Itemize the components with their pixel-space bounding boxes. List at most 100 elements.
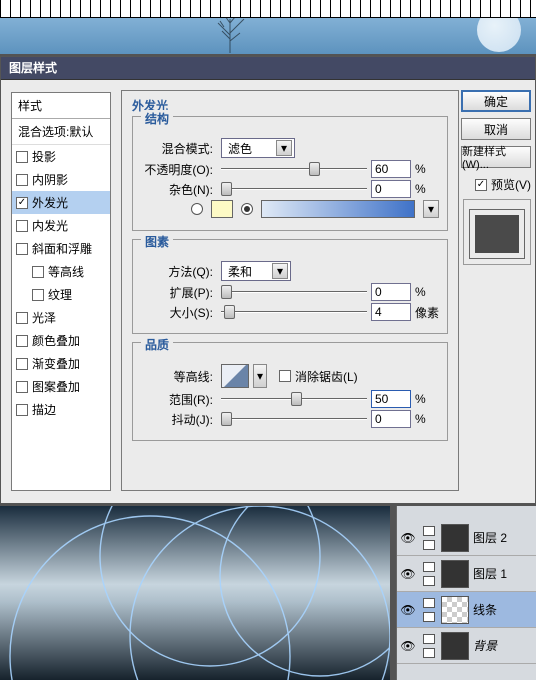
style-checkbox[interactable] bbox=[32, 266, 44, 278]
jitter-label: 抖动(J): bbox=[141, 411, 217, 428]
style-item-渐变叠加[interactable]: 渐变叠加 bbox=[12, 352, 110, 375]
visibility-eye-icon[interactable]: 👁 bbox=[399, 529, 417, 547]
style-label: 外发光 bbox=[32, 194, 68, 211]
style-item-等高线[interactable]: 等高线 bbox=[12, 260, 110, 283]
layers-panel: 👁 图层 2 👁 图层 1 👁 线条 👁 背景 bbox=[396, 506, 536, 680]
style-label: 内发光 bbox=[32, 217, 68, 234]
canvas-preview[interactable] bbox=[0, 506, 390, 680]
noise-input[interactable] bbox=[371, 180, 411, 198]
style-item-描边[interactable]: 描边 bbox=[12, 398, 110, 421]
opacity-input[interactable] bbox=[371, 160, 411, 178]
style-label: 光泽 bbox=[32, 309, 56, 326]
style-item-光泽[interactable]: 光泽 bbox=[12, 306, 110, 329]
layer-row[interactable]: 👁 线条 bbox=[397, 592, 536, 628]
jitter-slider[interactable] bbox=[221, 410, 367, 428]
new-style-button[interactable]: 新建样式(W)... bbox=[461, 146, 531, 168]
gradient-picker[interactable] bbox=[261, 200, 415, 218]
style-checkbox[interactable] bbox=[16, 381, 28, 393]
style-item-内阴影[interactable]: 内阴影 bbox=[12, 168, 110, 191]
layer-row[interactable]: 👁 图层 1 bbox=[397, 556, 536, 592]
color-swatch[interactable] bbox=[211, 200, 233, 218]
layer-name[interactable]: 图层 2 bbox=[473, 529, 507, 546]
style-checkbox[interactable] bbox=[32, 289, 44, 301]
style-item-内发光[interactable]: 内发光 bbox=[12, 214, 110, 237]
dialog-title[interactable]: 图层样式 bbox=[1, 57, 535, 79]
style-item-投影[interactable]: 投影 bbox=[12, 145, 110, 168]
layer-row[interactable]: 👁 背景 bbox=[397, 628, 536, 664]
style-checkbox[interactable] bbox=[16, 358, 28, 370]
layer-name[interactable]: 图层 1 bbox=[473, 565, 507, 582]
chevron-down-icon: ▾ bbox=[272, 263, 288, 279]
chevron-down-icon: ▾ bbox=[276, 140, 292, 156]
ok-button[interactable]: 确定 bbox=[461, 90, 531, 112]
layer-link-icon bbox=[421, 524, 437, 552]
technique-combo[interactable]: 柔和 ▾ bbox=[221, 261, 291, 281]
lines-graphic bbox=[0, 506, 390, 680]
style-label: 投影 bbox=[32, 148, 56, 165]
blend-options-default[interactable]: 混合选项:默认 bbox=[12, 119, 110, 145]
opacity-label: 不透明度(O): bbox=[141, 161, 217, 178]
visibility-eye-icon[interactable]: 👁 bbox=[399, 565, 417, 583]
style-checkbox[interactable]: ✓ bbox=[16, 197, 28, 209]
layer-style-dialog: 图层样式 样式 混合选项:默认 投影内阴影 ✓ 外发光内发光斜面和浮雕等高线纹理光泽… bbox=[0, 56, 536, 504]
style-label: 图案叠加 bbox=[32, 378, 80, 395]
style-checkbox[interactable] bbox=[16, 312, 28, 324]
style-checkbox[interactable] bbox=[16, 151, 28, 163]
size-slider[interactable] bbox=[221, 303, 367, 321]
contour-label: 等高线: bbox=[141, 368, 217, 385]
ruler-horizontal bbox=[0, 0, 536, 18]
style-label: 斜面和浮雕 bbox=[32, 240, 92, 257]
cancel-button[interactable]: 取消 bbox=[461, 118, 531, 140]
visibility-eye-icon[interactable]: 👁 bbox=[399, 637, 417, 655]
opacity-slider[interactable] bbox=[221, 160, 367, 178]
antialias-label: 消除锯齿(L) bbox=[295, 368, 358, 385]
style-item-外发光[interactable]: ✓ 外发光 bbox=[12, 191, 110, 214]
style-item-颜色叠加[interactable]: 颜色叠加 bbox=[12, 329, 110, 352]
antialias-checkbox[interactable] bbox=[279, 370, 291, 382]
jitter-input[interactable] bbox=[371, 410, 411, 428]
chevron-down-icon[interactable]: ▾ bbox=[253, 364, 267, 388]
spread-label: 扩展(P): bbox=[141, 284, 217, 301]
style-checkbox[interactable] bbox=[16, 335, 28, 347]
layer-thumbnail[interactable] bbox=[441, 524, 469, 552]
style-checkbox[interactable] bbox=[16, 404, 28, 416]
layer-link-icon bbox=[421, 596, 437, 624]
layer-thumbnail[interactable] bbox=[441, 560, 469, 588]
preview-checkbox[interactable]: ✓ bbox=[475, 179, 487, 191]
style-item-图案叠加[interactable]: 图案叠加 bbox=[12, 375, 110, 398]
blend-mode-label: 混合模式: bbox=[141, 140, 217, 157]
style-label: 渐变叠加 bbox=[32, 355, 80, 372]
layer-thumbnail[interactable] bbox=[441, 632, 469, 660]
style-checkbox[interactable] bbox=[16, 220, 28, 232]
visibility-eye-icon[interactable]: 👁 bbox=[399, 601, 417, 619]
dialog-buttons: 确定 取消 新建样式(W)... ✓ 预览(V) bbox=[463, 80, 535, 503]
layer-name[interactable]: 背景 bbox=[473, 637, 497, 654]
chevron-down-icon[interactable]: ▾ bbox=[423, 200, 439, 218]
range-input[interactable] bbox=[371, 390, 411, 408]
noise-slider[interactable] bbox=[221, 180, 367, 198]
spread-slider[interactable] bbox=[221, 283, 367, 301]
style-checkbox[interactable] bbox=[16, 243, 28, 255]
layer-name[interactable]: 线条 bbox=[473, 601, 497, 618]
size-input[interactable] bbox=[371, 303, 411, 321]
gradient-radio[interactable] bbox=[241, 203, 253, 215]
range-label: 范围(R): bbox=[141, 391, 217, 408]
preview-swatch-frame bbox=[463, 199, 531, 265]
range-slider[interactable] bbox=[221, 390, 367, 408]
size-label: 大小(S): bbox=[141, 304, 217, 321]
layer-row[interactable]: 👁 图层 2 bbox=[397, 520, 536, 556]
blend-mode-combo[interactable]: 滤色 ▾ bbox=[221, 138, 295, 158]
preview-swatch bbox=[469, 209, 525, 259]
contour-picker[interactable] bbox=[221, 364, 249, 388]
style-item-斜面和浮雕[interactable]: 斜面和浮雕 bbox=[12, 237, 110, 260]
style-label: 颜色叠加 bbox=[32, 332, 80, 349]
layer-thumbnail[interactable] bbox=[441, 596, 469, 624]
style-label: 等高线 bbox=[48, 263, 84, 280]
spread-input[interactable] bbox=[371, 283, 411, 301]
style-item-纹理[interactable]: 纹理 bbox=[12, 283, 110, 306]
color-radio[interactable] bbox=[191, 203, 203, 215]
style-checkbox[interactable] bbox=[16, 174, 28, 186]
layer-link-icon bbox=[421, 560, 437, 588]
styles-header[interactable]: 样式 bbox=[12, 93, 110, 119]
technique-label: 方法(Q): bbox=[141, 263, 217, 280]
